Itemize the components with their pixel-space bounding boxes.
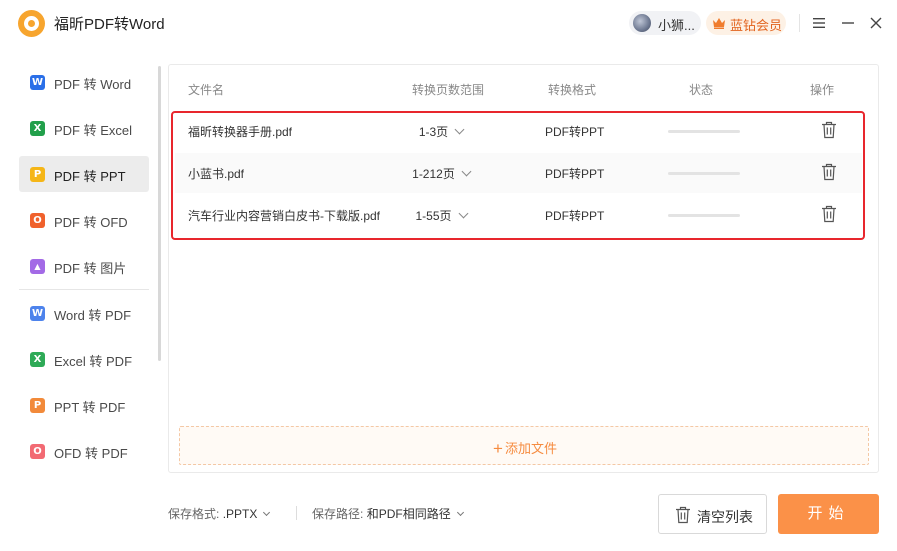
sidebar: W PDF 转 Word X PDF 转 Excel P PDF 转 PPT O… xyxy=(18,62,164,472)
header-page-range: 转换页数范围 xyxy=(412,83,485,97)
sidebar-item-label: OFD 转 PDF xyxy=(54,446,128,461)
word-icon: W xyxy=(30,306,45,321)
add-file-content: + 添加文件 xyxy=(180,438,870,457)
header-status: 状态 xyxy=(689,83,714,97)
chevron-down-icon xyxy=(263,508,271,517)
start-button[interactable]: 开始 xyxy=(778,494,879,534)
word-icon: W xyxy=(30,75,45,90)
sidebar-item-label: PDF 转 Word xyxy=(54,77,132,92)
sidebar-item-pdf-to-ppt[interactable]: P PDF 转 PPT xyxy=(19,156,149,192)
save-format-select[interactable]: 保存格式: .PPTX xyxy=(168,505,271,522)
header-action: 操作 xyxy=(810,83,835,97)
sidebar-item-label: Excel 转 PDF xyxy=(54,354,133,369)
sidebar-item-ppt-to-pdf[interactable]: P PPT 转 PDF xyxy=(19,387,149,423)
save-path-label: 保存路径: xyxy=(312,507,364,521)
vip-membership-button[interactable]: 蓝钻会员 xyxy=(706,11,786,35)
save-path-value: 和PDF相同路径 xyxy=(366,507,451,521)
sidebar-divider xyxy=(19,289,149,290)
app-title: 福昕PDF转Word xyxy=(54,16,165,33)
sidebar-item-ofd-to-pdf[interactable]: O OFD 转 PDF xyxy=(19,433,149,469)
sidebar-item-excel-to-pdf[interactable]: X Excel 转 PDF xyxy=(19,341,149,377)
highlight-box xyxy=(171,111,865,240)
sidebar-item-label: PDF 转 Excel xyxy=(54,123,133,138)
sidebar-item-label: PDF 转 图片 xyxy=(54,261,127,276)
ofd-icon: O xyxy=(30,444,45,459)
user-name: 小狮... xyxy=(658,18,695,33)
footer-divider xyxy=(296,506,297,520)
sidebar-item-label: PPT 转 PDF xyxy=(54,400,126,415)
sidebar-item-label: PDF 转 OFD xyxy=(54,215,128,230)
save-format-value: .PPTX xyxy=(222,507,258,521)
ppt-icon: P xyxy=(30,398,45,413)
minimize-icon[interactable] xyxy=(839,14,857,32)
ofd-icon: O xyxy=(30,213,45,228)
title-bar: 福昕PDF转Word 小狮... 蓝钻会员 xyxy=(0,0,897,46)
sidebar-item-pdf-to-excel[interactable]: X PDF 转 Excel xyxy=(19,110,149,146)
header-format: 转换格式 xyxy=(548,83,597,97)
sidebar-item-label: Word 转 PDF xyxy=(54,308,132,323)
ppt-icon: P xyxy=(30,167,45,182)
image-icon: ▲ xyxy=(30,259,45,274)
save-format-label: 保存格式: xyxy=(168,507,220,521)
clear-list-label: 清空列表 xyxy=(697,509,753,525)
excel-icon: X xyxy=(30,352,45,367)
clear-list-button[interactable]: 清空列表 xyxy=(658,494,767,534)
sidebar-item-pdf-to-ofd[interactable]: O PDF 转 OFD xyxy=(19,202,149,238)
crown-icon xyxy=(713,18,725,29)
app-logo-icon xyxy=(18,10,45,37)
add-file-button[interactable]: + 添加文件 xyxy=(179,426,869,465)
add-file-label: 添加文件 xyxy=(504,441,557,456)
sidebar-item-word-to-pdf[interactable]: W Word 转 PDF xyxy=(19,295,149,331)
menu-icon[interactable] xyxy=(810,14,828,32)
header-filename: 文件名 xyxy=(188,83,225,97)
excel-icon: X xyxy=(30,121,45,136)
user-chip[interactable]: 小狮... xyxy=(629,11,701,35)
sidebar-item-pdf-to-word[interactable]: W PDF 转 Word xyxy=(19,64,149,100)
chevron-down-icon xyxy=(456,508,464,517)
sidebar-item-label: PDF 转 PPT xyxy=(54,169,126,184)
titlebar-divider xyxy=(799,14,800,32)
trash-icon xyxy=(676,506,690,524)
close-icon[interactable] xyxy=(867,14,885,32)
sidebar-item-pdf-to-image[interactable]: ▲ PDF 转 图片 xyxy=(19,248,149,284)
vip-label: 蓝钻会员 xyxy=(730,18,783,33)
save-path-select[interactable]: 保存路径: 和PDF相同路径 xyxy=(312,505,464,522)
avatar xyxy=(633,14,651,32)
sidebar-scrollbar[interactable] xyxy=(158,66,161,361)
plus-icon: + xyxy=(493,439,503,458)
